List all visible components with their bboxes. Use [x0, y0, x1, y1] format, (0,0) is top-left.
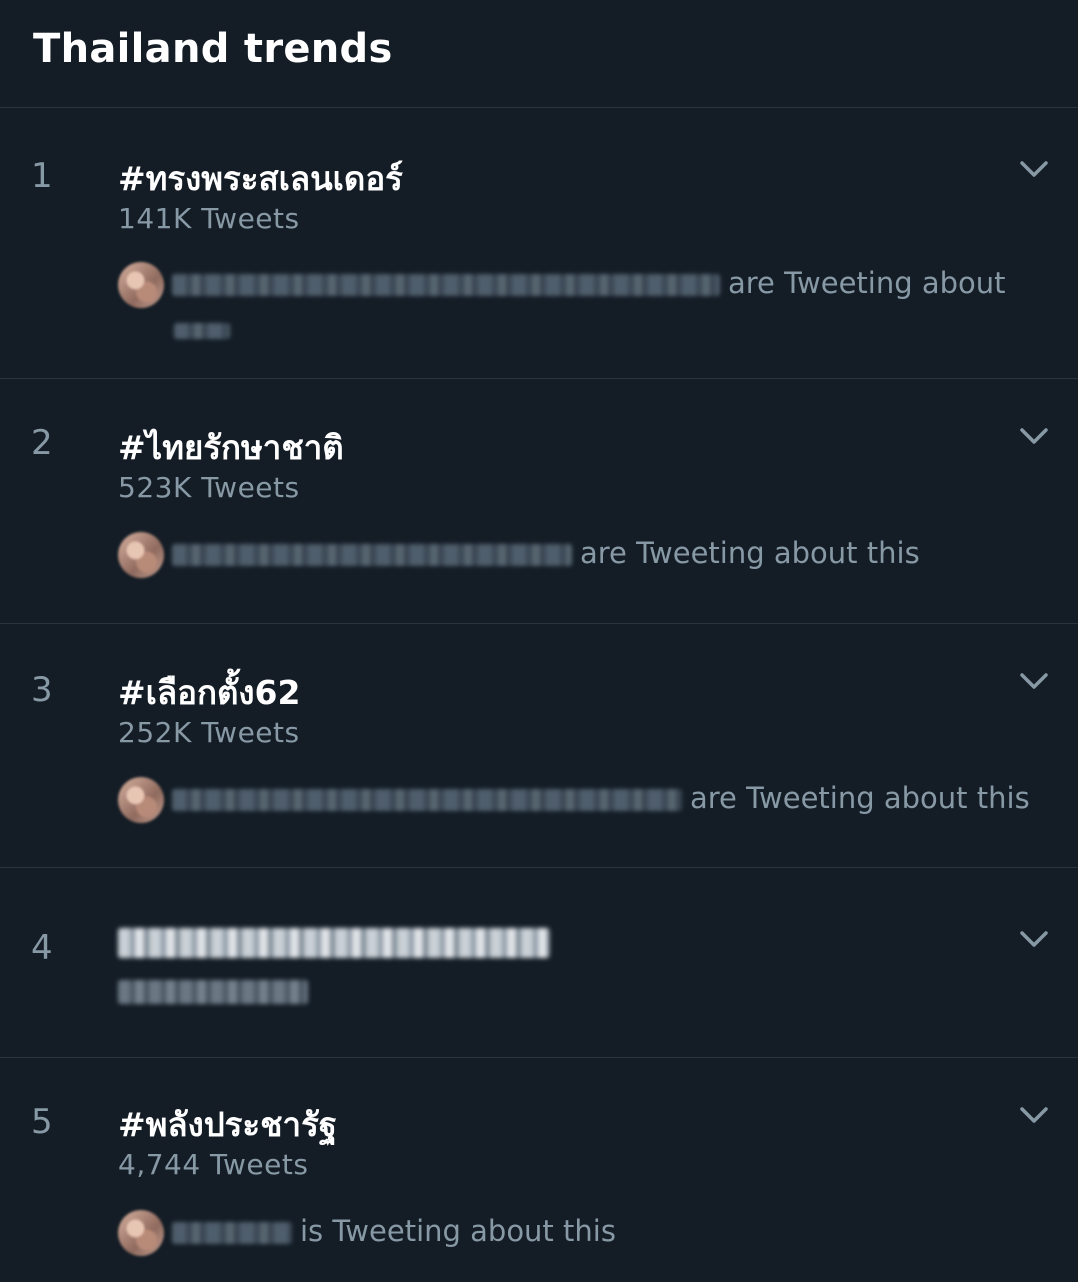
- blurred-tweet-count: [118, 980, 308, 1004]
- trend-context: are Tweeting about this: [118, 777, 1048, 823]
- chevron-down-icon[interactable]: [1018, 158, 1050, 180]
- trend-rank: 5: [31, 1102, 53, 1142]
- trend-context-text: are Tweeting about: [728, 266, 1006, 300]
- blurred-text: [174, 323, 230, 339]
- trend-name[interactable]: #ไทยรักษาชาติ: [118, 421, 344, 474]
- chevron-down-icon[interactable]: [1018, 670, 1050, 692]
- trend-context-text: are Tweeting about this: [580, 536, 920, 570]
- page-title: Thailand trends: [33, 26, 393, 72]
- trend-context: are Tweeting about this: [118, 262, 1048, 350]
- trend-name[interactable]: #ทรงพระสเลนเดอร์: [118, 152, 403, 205]
- blurred-usernames: [172, 544, 572, 566]
- blurred-usernames: [172, 1222, 292, 1244]
- trend-rank: 4: [31, 928, 53, 968]
- trend-tweet-count: 252K Tweets: [118, 716, 300, 749]
- blurred-trend-name: [118, 928, 550, 958]
- trend-rank: 2: [31, 423, 53, 463]
- trend-rank: 1: [31, 156, 53, 196]
- trend-context-text: is Tweeting about this: [300, 1214, 616, 1248]
- avatar: [118, 1210, 164, 1256]
- avatar: [118, 262, 164, 308]
- trend-context: is Tweeting about this: [118, 1210, 1048, 1256]
- trend-tweet-count: 141K Tweets: [118, 202, 300, 235]
- chevron-down-icon[interactable]: [1018, 928, 1050, 950]
- trend-tweet-count: 4,744 Tweets: [118, 1148, 309, 1181]
- trend-name[interactable]: #พลังประชารัฐ: [118, 1098, 337, 1151]
- trend-item-3[interactable]: 3 #เลือกตั้ง62 252K Tweets are Tweeting …: [0, 624, 1078, 868]
- trend-item-2[interactable]: 2 #ไทยรักษาชาติ 523K Tweets are Tweeting…: [0, 379, 1078, 624]
- trend-rank: 3: [31, 670, 53, 710]
- chevron-down-icon[interactable]: [1018, 425, 1050, 447]
- trend-context-text: are Tweeting about this: [690, 781, 1030, 815]
- trend-context: are Tweeting about this: [118, 532, 1048, 578]
- avatar: [118, 777, 164, 823]
- trend-name[interactable]: #เลือกตั้ง62: [118, 666, 300, 719]
- trend-item-5[interactable]: 5 #พลังประชารัฐ 4,744 Tweets is Tweeting…: [0, 1058, 1078, 1282]
- trend-item-4[interactable]: 4: [0, 868, 1078, 1058]
- blurred-usernames: [172, 274, 720, 296]
- trend-tweet-count: 523K Tweets: [118, 471, 300, 504]
- trends-header: Thailand trends: [0, 0, 1078, 108]
- avatar: [118, 532, 164, 578]
- blurred-usernames: [172, 789, 682, 811]
- chevron-down-icon[interactable]: [1018, 1104, 1050, 1126]
- trend-item-1[interactable]: 1 #ทรงพระสเลนเดอร์ 141K Tweets are Tweet…: [0, 108, 1078, 379]
